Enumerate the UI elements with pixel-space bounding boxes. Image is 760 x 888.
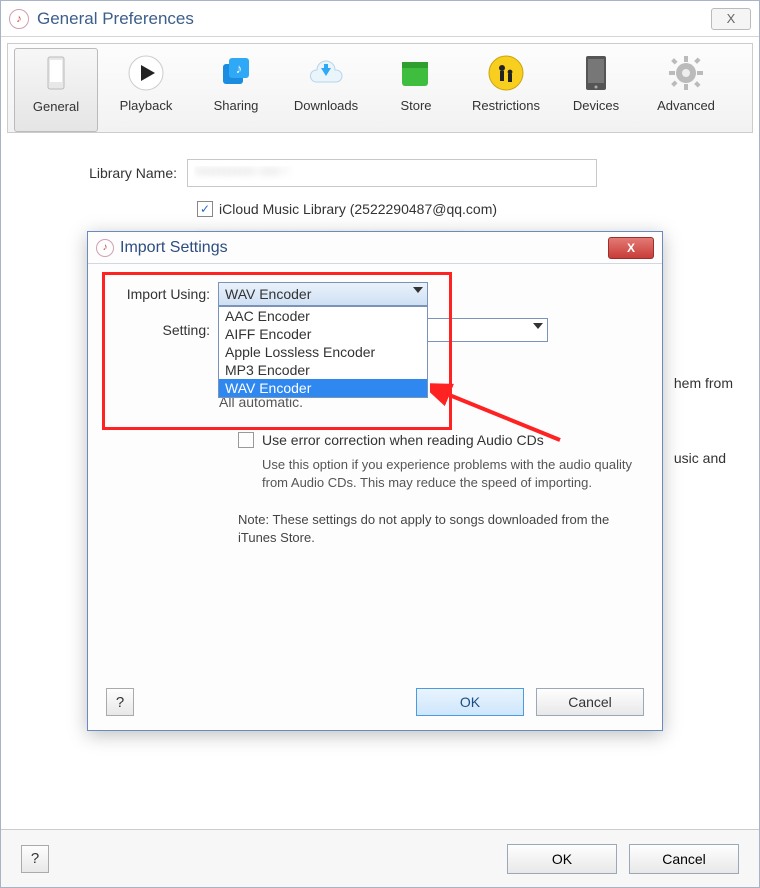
import-settings-dialog: ♪ Import Settings X Import Using: WAV En… — [87, 231, 663, 731]
window-help-button[interactable]: ? — [21, 845, 49, 873]
tab-general[interactable]: General — [14, 48, 98, 132]
window-cancel-button[interactable]: Cancel — [629, 844, 739, 874]
encoder-option-aiff[interactable]: AIFF Encoder — [219, 325, 427, 343]
preferences-window: ♪ General Preferences X General Playback… — [0, 0, 760, 888]
error-correction-row: Use error correction when reading Audio … — [238, 432, 640, 448]
import-using-select[interactable]: WAV Encoder — [218, 282, 428, 306]
import-using-row: Import Using: WAV Encoder — [110, 282, 640, 306]
cancel-label: Cancel — [568, 694, 612, 710]
tab-playback[interactable]: Playback — [104, 48, 188, 132]
help-icon: ? — [31, 850, 39, 867]
dialog-title: Import Settings — [120, 239, 228, 257]
encoder-dropdown: AAC Encoder AIFF Encoder Apple Lossless … — [218, 306, 428, 398]
preferences-toolbar: General Playback ♪ Sharing Downloads Sto… — [7, 43, 753, 133]
truncated-line-1: hem from — [674, 373, 733, 394]
tab-restrictions-label: Restrictions — [472, 98, 540, 113]
tab-restrictions[interactable]: Restrictions — [464, 48, 548, 132]
icloud-checkbox[interactable]: ✓ — [197, 201, 213, 217]
encoder-option-mp3[interactable]: MP3 Encoder — [219, 361, 427, 379]
tab-sharing[interactable]: ♪ Sharing — [194, 48, 278, 132]
truncated-bg-text: hem from usic and — [674, 373, 733, 469]
library-name-row: Library Name: — [27, 159, 733, 187]
library-name-input[interactable] — [187, 159, 597, 187]
gear-icon — [667, 54, 705, 92]
tab-advanced[interactable]: Advanced — [644, 48, 728, 132]
error-correction-label: Use error correction when reading Audio … — [262, 432, 544, 448]
tab-devices[interactable]: Devices — [554, 48, 638, 132]
encoder-option-wav[interactable]: WAV Encoder — [219, 379, 427, 397]
window-title: General Preferences — [37, 9, 194, 29]
tab-sharing-label: Sharing — [214, 98, 259, 113]
tab-store[interactable]: Store — [374, 48, 458, 132]
encoder-option-aac[interactable]: AAC Encoder — [219, 307, 427, 325]
dialog-button-row: OK Cancel — [416, 688, 644, 716]
dialog-ok-button[interactable]: OK — [416, 688, 524, 716]
icloud-label: iCloud Music Library (2522290487@qq.com) — [219, 201, 497, 217]
play-icon — [127, 54, 165, 92]
tab-general-label: General — [33, 99, 79, 114]
device-icon — [577, 54, 615, 92]
ok-label: OK — [552, 851, 572, 867]
dialog-help-button[interactable]: ? — [106, 688, 134, 716]
tab-playback-label: Playback — [120, 98, 173, 113]
window-bottom-bar: ? OK Cancel — [1, 829, 759, 887]
tab-store-label: Store — [400, 98, 431, 113]
library-name-label: Library Name: — [27, 165, 187, 181]
window-close-button[interactable]: X — [711, 8, 751, 30]
titlebar: ♪ General Preferences X — [1, 1, 759, 37]
ok-label: OK — [460, 694, 480, 710]
download-icon — [307, 54, 345, 92]
import-using-label: Import Using: — [110, 286, 218, 302]
cancel-label: Cancel — [662, 851, 706, 867]
window-ok-button[interactable]: OK — [507, 844, 617, 874]
help-icon: ? — [116, 694, 124, 711]
store-icon — [397, 54, 435, 92]
dialog-body: Import Using: WAV Encoder Setting: AAC E… — [88, 264, 662, 730]
dialog-titlebar: ♪ Import Settings X — [88, 232, 662, 264]
close-icon: X — [727, 11, 736, 26]
error-correction-checkbox[interactable] — [238, 432, 254, 448]
error-correction-note: Use this option if you experience proble… — [262, 456, 632, 491]
dialog-cancel-button[interactable]: Cancel — [536, 688, 644, 716]
import-using-value: WAV Encoder — [225, 286, 311, 302]
icloud-row: ✓ iCloud Music Library (2522290487@qq.co… — [197, 201, 733, 217]
close-icon: X — [627, 241, 635, 255]
truncated-line-2: usic and — [674, 448, 733, 469]
chevron-down-icon — [413, 287, 423, 293]
share-icon: ♪ — [217, 54, 255, 92]
setting-label: Setting: — [110, 322, 218, 338]
dialog-close-button[interactable]: X — [608, 237, 654, 259]
tab-devices-label: Devices — [573, 98, 619, 113]
tab-downloads[interactable]: Downloads — [284, 48, 368, 132]
phone-icon — [37, 55, 75, 93]
svg-text:♪: ♪ — [236, 61, 243, 76]
chevron-down-icon — [533, 323, 543, 329]
itunes-icon: ♪ — [9, 9, 29, 29]
tab-downloads-label: Downloads — [294, 98, 358, 113]
encoder-option-lossless[interactable]: Apple Lossless Encoder — [219, 343, 427, 361]
restrictions-icon — [487, 54, 525, 92]
itunes-icon: ♪ — [96, 239, 114, 257]
tab-advanced-label: Advanced — [657, 98, 715, 113]
store-note: Note: These settings do not apply to son… — [238, 511, 628, 546]
